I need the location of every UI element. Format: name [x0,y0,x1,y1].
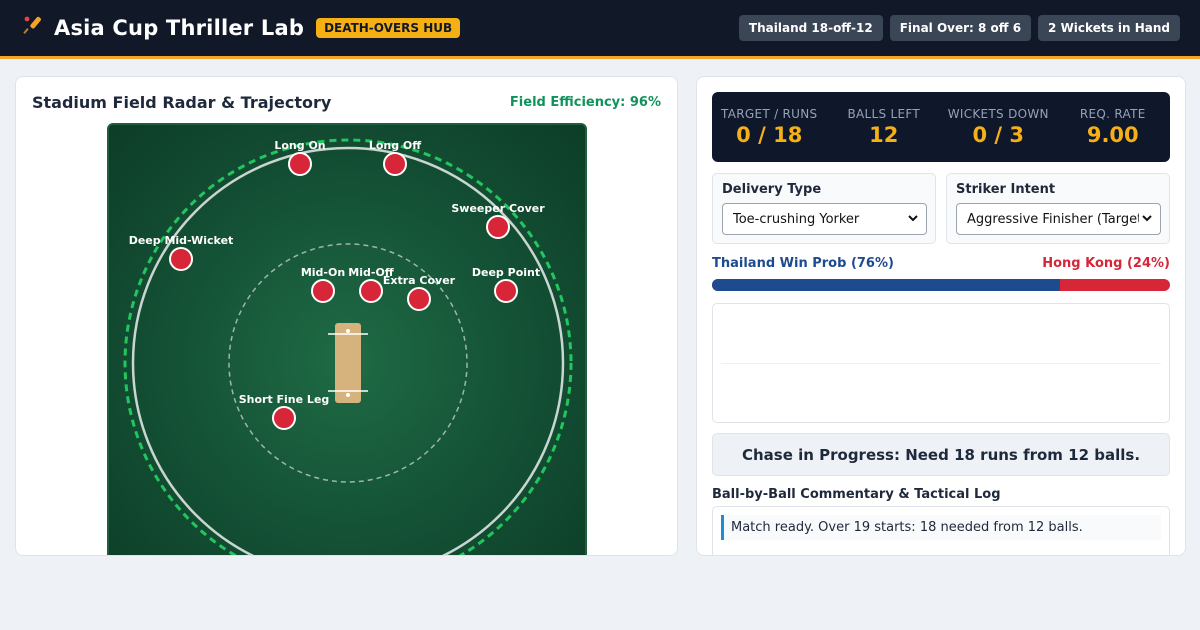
win-probability-fill [712,279,1061,291]
momentum-chart [712,303,1170,423]
scoreboard: TARGET / RUNS 0 / 18 BALLS LEFT 12 WICKE… [712,92,1170,162]
striker-intent-select[interactable]: Aggressive Finisher (Target Gap) [956,203,1161,235]
stat-wickets-down: WICKETS DOWN 0 / 3 [941,92,1056,162]
fielder-deep-point[interactable]: Deep Point [472,266,540,303]
status-pill-score: Thailand 18-off-12 [738,15,883,41]
stumps-top [346,329,350,333]
field-svg: Long On Long Off Sweeper Cover Deep Mid-… [123,138,573,555]
delivery-type-select[interactable]: Toe-crushing Yorker [722,203,927,235]
app-title: Asia Cup Thriller Lab [54,16,305,40]
top-bar: Asia Cup Thriller Lab DEATH-OVERS HUB Th… [0,0,1200,59]
striker-intent-label: Striker Intent [956,182,1056,197]
fielder-label: Deep Point [472,266,540,279]
log-title: Ball-by-Ball Commentary & Tactical Log [712,487,1001,502]
chart-gridline [721,363,1161,364]
commentary-log[interactable]: Match ready. Over 19 starts: 18 needed f… [712,506,1170,555]
status-pills: Thailand 18-off-12 Final Over: 8 off 6 2… [738,15,1180,41]
stumps-bottom [346,393,350,397]
team-b-win-prob: Hong Kong (24%) [1042,256,1170,271]
hub-badge: DEATH-OVERS HUB [316,18,461,38]
stat-value: 9.00 [1086,123,1139,147]
fielder-deep-mid-wicket[interactable]: Deep Mid-Wicket [129,234,234,271]
cricket-field[interactable]: Long On Long Off Sweeper Cover Deep Mid-… [107,123,587,555]
chevron-down-icon [1141,211,1153,228]
fielder-sweeper-cover[interactable]: Sweeper Cover [451,202,545,239]
win-probability-labels: Thailand Win Prob (76%) Hong Kong (24%) [712,256,1170,271]
field-panel-title: Stadium Field Radar & Trajectory [32,93,332,112]
status-pill-final-over: Final Over: 8 off 6 [889,15,1032,41]
stat-balls-left: BALLS LEFT 12 [827,92,942,162]
stat-target-runs: TARGET / RUNS 0 / 18 [712,92,827,162]
stat-label: WICKETS DOWN [947,107,1049,121]
team-a-win-prob: Thailand Win Prob (76%) [712,256,894,271]
stat-value: 0 / 3 [972,123,1024,147]
fielder-label: Long Off [369,139,421,152]
fielder-label: Sweeper Cover [451,202,545,215]
fielder-label: Mid-On [301,266,345,279]
fielder-short-fine-leg[interactable]: Short Fine Leg [239,393,330,430]
fielder-label: Long On [274,139,325,152]
chevron-down-icon [907,211,919,228]
field-panel-header: Stadium Field Radar & Trajectory Field E… [32,93,661,112]
brand: Asia Cup Thriller Lab DEATH-OVERS HUB [20,14,461,42]
striker-intent-control: Striker Intent Aggressive Finisher (Targ… [946,173,1170,244]
stat-label: BALLS LEFT [847,107,921,121]
win-probability-bar [712,279,1170,291]
fielder-mid-on[interactable]: Mid-On [301,266,345,303]
fielder-label: Deep Mid-Wicket [129,234,234,247]
cricket-bat-icon [20,14,46,42]
status-pill-wickets: 2 Wickets in Hand [1038,15,1180,41]
delivery-type-control: Delivery Type Toe-crushing Yorker [712,173,936,244]
stat-req-rate: REQ. RATE 9.00 [1056,92,1171,162]
stat-label: TARGET / RUNS [721,107,818,121]
stat-value: 12 [869,123,899,147]
stat-value: 0 / 18 [736,123,803,147]
stat-label: REQ. RATE [1079,107,1146,121]
chase-status: Chase in Progress: Need 18 runs from 12 … [712,433,1170,476]
field-radar-panel: Stadium Field Radar & Trajectory Field E… [15,76,678,556]
delivery-type-value: Toe-crushing Yorker [733,211,860,227]
log-entry: Match ready. Over 19 starts: 18 needed f… [721,515,1161,540]
delivery-type-label: Delivery Type [722,182,822,197]
fielder-long-on[interactable]: Long On [274,139,326,176]
fielder-extra-cover[interactable]: Extra Cover [383,274,456,311]
match-control-panel: TARGET / RUNS 0 / 18 BALLS LEFT 12 WICKE… [696,76,1186,556]
fielder-label: Extra Cover [383,274,456,287]
field-efficiency: Field Efficiency: 96% [509,95,661,110]
striker-intent-value: Aggressive Finisher (Target Gap) [967,211,1139,227]
fielder-label: Short Fine Leg [239,393,330,406]
